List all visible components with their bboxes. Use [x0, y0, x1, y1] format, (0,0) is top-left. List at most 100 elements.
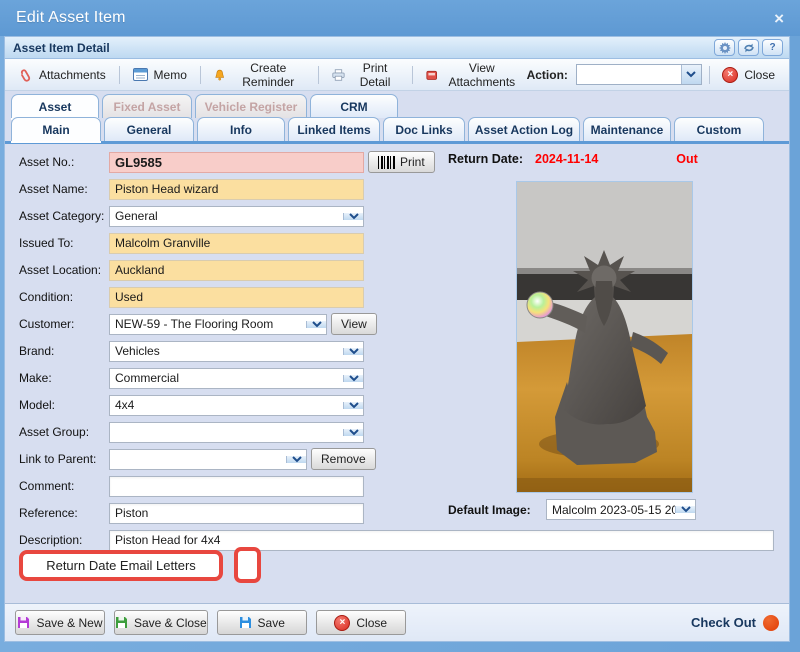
- action-label: Action:: [527, 68, 568, 82]
- action-select-value: [577, 65, 681, 84]
- asset-category-label: Asset Category:: [5, 209, 109, 223]
- remove-parent-button[interactable]: Remove: [311, 448, 376, 470]
- create-reminder-button[interactable]: Create Reminder: [208, 57, 312, 93]
- tab-asset[interactable]: Asset: [11, 94, 99, 118]
- close-footer-button[interactable]: × Close: [316, 610, 406, 635]
- link-to-parent-select[interactable]: [109, 449, 307, 470]
- save-button[interactable]: Save: [217, 610, 307, 635]
- description-label: Description:: [5, 533, 109, 547]
- chevron-down-icon[interactable]: [343, 375, 363, 382]
- chevron-down-icon[interactable]: [343, 429, 363, 436]
- comment-label: Comment:: [5, 479, 109, 493]
- save-and-close-button[interactable]: Save & Close: [114, 610, 208, 635]
- make-label: Make:: [5, 371, 109, 385]
- asset-group-label: Asset Group:: [5, 425, 109, 439]
- issued-to-label: Issued To:: [5, 236, 109, 250]
- check-out-status-icon: [763, 615, 779, 631]
- asset-group-select[interactable]: [109, 422, 364, 443]
- save-icon: [239, 616, 252, 629]
- print-barcode-button[interactable]: Print: [368, 151, 435, 173]
- asset-no-input[interactable]: GL9585: [109, 152, 364, 173]
- check-out-label: Check Out: [691, 615, 756, 630]
- check-out-control[interactable]: Check Out: [691, 615, 779, 631]
- printer-icon: [332, 68, 345, 82]
- toolbar: Attachments Memo Create Reminder Print D…: [5, 59, 789, 91]
- footer-bar: Save & New Save & Close Save × Close Che…: [5, 603, 789, 641]
- print-detail-button[interactable]: Print Detail: [326, 57, 405, 93]
- help-button[interactable]: ?: [762, 39, 783, 56]
- refresh-icon: [743, 42, 755, 54]
- issued-to-input[interactable]: Malcolm Granville: [109, 233, 364, 254]
- checked-out-status-badge: Out: [676, 152, 698, 166]
- dialog-title: Edit Asset Item: [16, 9, 126, 27]
- chevron-down-icon[interactable]: [306, 321, 326, 328]
- asset-category-select[interactable]: General: [109, 206, 364, 227]
- memo-icon: [133, 68, 148, 81]
- chevron-down-icon[interactable]: [343, 402, 363, 409]
- edit-asset-item-dialog: Edit Asset Item × Asset Item Detail ? At…: [0, 0, 800, 652]
- tab-crm[interactable]: CRM: [310, 94, 398, 118]
- view-attachments-button[interactable]: View Attachments: [420, 57, 527, 93]
- asset-name-input[interactable]: Piston Head wizard: [109, 179, 364, 200]
- brand-select[interactable]: Vehicles: [109, 341, 364, 362]
- asset-form: Asset No.: GL9585 Print Asset Name: Pist…: [5, 144, 789, 603]
- toolbar-separator: [200, 66, 201, 84]
- gear-icon: [719, 42, 731, 54]
- tab-doc-links[interactable]: Doc Links: [383, 117, 465, 141]
- comment-input[interactable]: [109, 476, 364, 497]
- attachments-button[interactable]: Attachments: [13, 63, 112, 87]
- tab-info[interactable]: Info: [197, 117, 285, 141]
- default-image-label: Default Image:: [448, 503, 546, 517]
- view-customer-button[interactable]: View: [331, 313, 377, 335]
- chevron-down-icon[interactable]: [675, 506, 695, 513]
- tab-asset-action-log[interactable]: Asset Action Log: [468, 117, 580, 141]
- tab-main[interactable]: Main: [11, 117, 101, 141]
- panel-header-buttons: ?: [714, 39, 783, 56]
- model-label: Model:: [5, 398, 109, 412]
- dialog-close-icon[interactable]: ×: [774, 10, 784, 27]
- reference-input[interactable]: Piston: [109, 503, 364, 524]
- memo-button[interactable]: Memo: [127, 64, 193, 86]
- model-select[interactable]: 4x4: [109, 395, 364, 416]
- default-image-row: Default Image: Malcolm 2023-05-15 20:56:…: [448, 499, 696, 520]
- chevron-down-icon[interactable]: [286, 456, 306, 463]
- chevron-down-icon[interactable]: [681, 65, 701, 84]
- action-select[interactable]: [576, 64, 702, 85]
- settings-button[interactable]: [714, 39, 735, 56]
- red-highlight-box[interactable]: [234, 547, 261, 583]
- link-to-parent-label: Link to Parent:: [5, 452, 109, 466]
- close-icon: ×: [334, 615, 350, 631]
- make-select[interactable]: Commercial: [109, 368, 364, 389]
- tab-general[interactable]: General: [104, 117, 194, 141]
- close-icon: ×: [722, 67, 738, 83]
- dialog-content: Asset Item Detail ? Attachments Memo Cre…: [4, 36, 790, 642]
- description-input[interactable]: Piston Head for 4x4: [109, 530, 774, 551]
- default-image-select[interactable]: Malcolm 2023-05-15 20:56:25: [546, 499, 696, 520]
- wizard-figurine-photo: [516, 181, 693, 493]
- condition-input[interactable]: Used: [109, 287, 364, 308]
- brand-label: Brand:: [5, 344, 109, 358]
- tab-linked-items[interactable]: Linked Items: [288, 117, 380, 141]
- toolbar-separator: [709, 66, 710, 84]
- tab-custom[interactable]: Custom: [674, 117, 764, 141]
- tab-vehicle-register: Vehicle Register: [195, 94, 307, 118]
- bell-icon: [214, 68, 225, 82]
- condition-label: Condition:: [5, 290, 109, 304]
- chevron-down-icon[interactable]: [343, 348, 363, 355]
- close-button[interactable]: × Close: [716, 63, 781, 87]
- return-date-label: Return Date:: [448, 152, 523, 166]
- return-date-email-letters-button[interactable]: Return Date Email Letters: [19, 550, 223, 581]
- return-date-row: Return Date: 2024-11-14 Out: [448, 152, 698, 166]
- toolbar-separator: [119, 66, 120, 84]
- save-close-icon: [115, 616, 128, 629]
- refresh-button[interactable]: [738, 39, 759, 56]
- save-new-icon: [17, 616, 30, 629]
- customer-select[interactable]: NEW-59 - The Flooring Room: [109, 314, 327, 335]
- asset-location-input[interactable]: Auckland: [109, 260, 364, 281]
- chevron-down-icon[interactable]: [343, 213, 363, 220]
- tab-maintenance[interactable]: Maintenance: [583, 117, 671, 141]
- field-row-description: Description: Piston Head for 4x4: [5, 529, 789, 551]
- toolbar-separator: [412, 66, 413, 84]
- attachment-file-icon: [426, 68, 437, 82]
- save-and-new-button[interactable]: Save & New: [15, 610, 105, 635]
